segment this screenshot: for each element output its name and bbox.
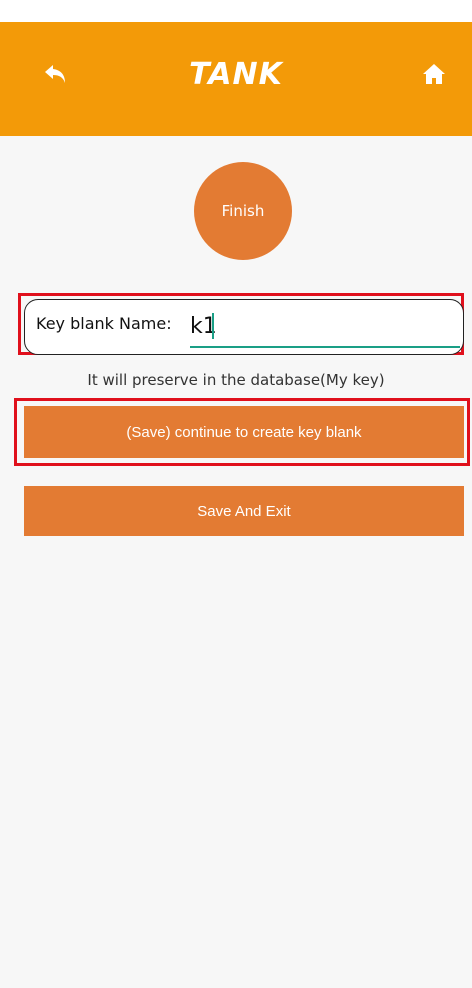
back-arrow-icon: [45, 65, 65, 83]
status-bar-area: [0, 0, 472, 22]
database-hint: It will preserve in the database(My key): [87, 371, 385, 389]
save-exit-label: Save And Exit: [197, 502, 291, 520]
continue-button-label: (Save) continue to create key blank: [126, 423, 362, 441]
tank-logo: TANK: [189, 57, 283, 92]
key-name-input[interactable]: [190, 308, 460, 348]
continue-create-button[interactable]: (Save) continue to create key blank: [24, 406, 464, 458]
home-icon: [423, 64, 445, 84]
text-cursor: [212, 313, 214, 339]
finish-button[interactable]: Finish: [194, 162, 292, 260]
finish-label: Finish: [221, 202, 265, 220]
save-and-exit-button[interactable]: Save And Exit: [24, 486, 464, 536]
back-button[interactable]: [36, 58, 76, 90]
key-name-label: Key blank Name:: [36, 314, 172, 333]
home-button[interactable]: [414, 58, 454, 90]
